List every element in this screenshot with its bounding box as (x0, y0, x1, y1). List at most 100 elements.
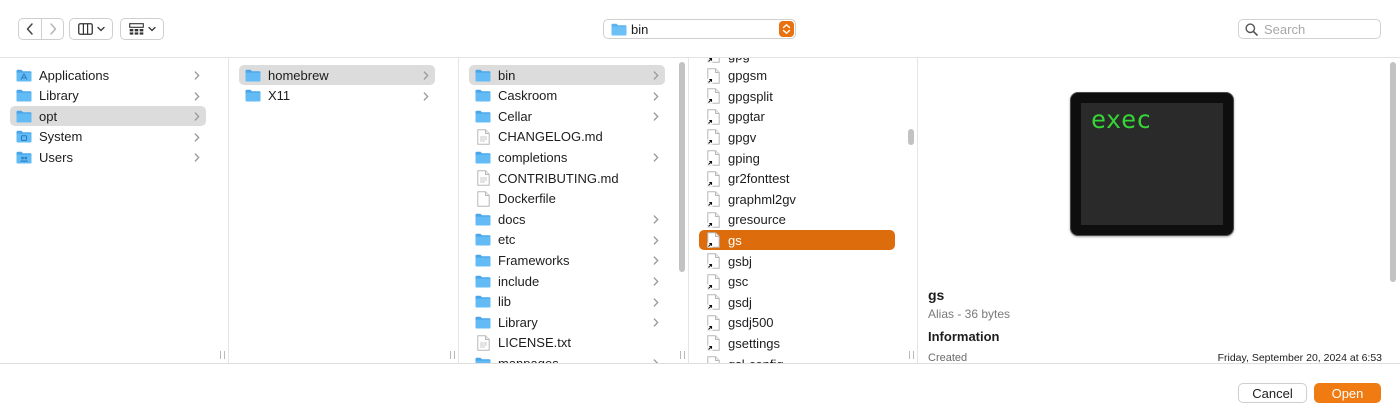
list-item[interactable]: Users (10, 147, 206, 167)
list-item-label: homebrew (268, 67, 329, 83)
alias-file-icon (705, 129, 721, 146)
list-item-label: gsc (728, 274, 749, 290)
list-item-label: completions (498, 149, 568, 165)
list-item-label: etc (498, 232, 516, 248)
location-popup[interactable]: bin (603, 19, 796, 39)
preview-file-kind: Alias - 36 bytes (928, 307, 1011, 321)
cancel-button[interactable]: Cancel (1238, 383, 1307, 403)
scrollbar[interactable] (908, 129, 914, 145)
alias-file-icon (705, 67, 721, 84)
list-item[interactable]: completions (469, 147, 665, 167)
folder-icon (475, 233, 491, 246)
users-folder-icon (16, 151, 32, 164)
list-item[interactable]: homebrew (239, 65, 435, 85)
list-item[interactable]: CONTRIBUTING.md (469, 168, 665, 188)
folder-icon (475, 69, 491, 82)
navigation-buttons (18, 18, 64, 40)
list-item[interactable]: gr2fonttest (699, 169, 895, 189)
list-item-label: graphml2gv (728, 191, 796, 207)
folder-icon (475, 89, 491, 102)
list-item[interactable]: gsdj500 (699, 313, 895, 333)
list-item[interactable]: gpgsplit (699, 86, 895, 106)
column-view-icon (77, 23, 93, 35)
chevron-left-icon (26, 23, 33, 35)
list-item[interactable]: gsc (699, 272, 895, 292)
list-item[interactable]: graphml2gv (699, 189, 895, 209)
list-item[interactable]: Applications (10, 65, 206, 85)
back-button[interactable] (19, 19, 41, 39)
folder-icon (475, 254, 491, 267)
list-item-label: Frameworks (498, 252, 570, 268)
folder-icon (475, 151, 491, 164)
column-3[interactable]: bin Caskroom Cellar CHANGELOG.md completions… (459, 58, 689, 363)
location-label: bin (631, 21, 649, 37)
list-item-label: LICENSE.txt (498, 335, 571, 351)
list-item[interactable]: gsbj (699, 251, 895, 271)
chevron-right-icon (653, 318, 659, 327)
list-item[interactable]: CHANGELOG.md (469, 127, 665, 147)
alias-file-icon (705, 294, 721, 310)
list-item[interactable]: lib (469, 292, 665, 312)
list-item[interactable]: gsdj (699, 292, 895, 312)
chevron-right-icon (653, 91, 659, 101)
created-label: Created (928, 352, 968, 363)
list-item[interactable]: Frameworks (469, 250, 665, 270)
list-item[interactable]: System (10, 127, 206, 147)
up-down-chevron-icon (779, 21, 794, 37)
list-item[interactable]: gpg (699, 58, 895, 65)
folder-icon (245, 89, 261, 102)
list-item-label: gsbj (728, 253, 752, 269)
preview-info-heading: Information (928, 329, 1000, 344)
list-item[interactable]: opt (10, 106, 206, 127)
list-item[interactable]: gs (699, 230, 895, 251)
list-item[interactable]: gresource (699, 210, 895, 230)
list-item[interactable]: X11 (239, 86, 435, 106)
list-item[interactable]: Library (10, 86, 206, 106)
preview-file-name: gs (928, 287, 945, 303)
list-item[interactable]: docs (469, 209, 665, 229)
alias-file-icon (705, 170, 721, 187)
list-item[interactable]: Cellar (469, 106, 665, 126)
open-button[interactable]: Open (1314, 383, 1381, 403)
column-resize-handle[interactable] (450, 351, 455, 359)
list-item[interactable]: etc (469, 230, 665, 250)
alias-file-icon (705, 58, 721, 63)
forward-button[interactable] (41, 19, 63, 39)
list-item[interactable]: Library (469, 312, 665, 332)
search-input[interactable] (1264, 21, 1374, 37)
alias-file-icon (705, 315, 721, 331)
chevron-down-icon (96, 26, 105, 32)
list-item[interactable]: gpgsm (699, 66, 895, 86)
column-1[interactable]: Applications Library opt System Users (0, 58, 229, 363)
list-item[interactable]: gpgtar (699, 107, 895, 127)
chevron-right-icon (653, 277, 659, 286)
list-item[interactable]: manpages (469, 353, 665, 363)
dialog-footer: Cancel Open (0, 363, 1400, 420)
search-field[interactable] (1238, 19, 1381, 39)
list-item[interactable]: gsettings (699, 333, 895, 353)
list-item-label: Cellar (498, 108, 532, 124)
scrollbar[interactable] (1390, 62, 1396, 282)
list-item[interactable]: Dockerfile (469, 189, 665, 209)
list-item[interactable]: LICENSE.txt (469, 333, 665, 353)
column-browser: Applications Library opt System Users homebr… (0, 58, 1400, 363)
column-4[interactable]: gpg gpgsm gpgsplit gpgtar gpgv gping gr2fontte… (689, 58, 918, 363)
column-resize-handle[interactable] (909, 351, 914, 359)
column-resize-handle[interactable] (680, 351, 685, 359)
list-item-label: opt (39, 108, 58, 124)
list-item-label: manpages (498, 356, 559, 363)
scrollbar[interactable] (679, 62, 685, 272)
chevron-right-icon (653, 297, 659, 307)
list-item[interactable]: gping (699, 148, 895, 168)
list-item[interactable]: gpgv (699, 127, 895, 147)
column-resize-handle[interactable] (220, 351, 225, 359)
list-item-label: docs (498, 211, 526, 227)
list-item[interactable]: gsl-config (699, 354, 895, 363)
list-item[interactable]: include (469, 271, 665, 291)
list-item[interactable]: bin (469, 65, 665, 85)
view-mode-button[interactable] (69, 18, 113, 40)
list-item-label: Library (498, 314, 538, 330)
list-item[interactable]: Caskroom (469, 86, 665, 106)
group-button[interactable] (120, 18, 164, 40)
column-2[interactable]: homebrew X11 (229, 58, 459, 363)
